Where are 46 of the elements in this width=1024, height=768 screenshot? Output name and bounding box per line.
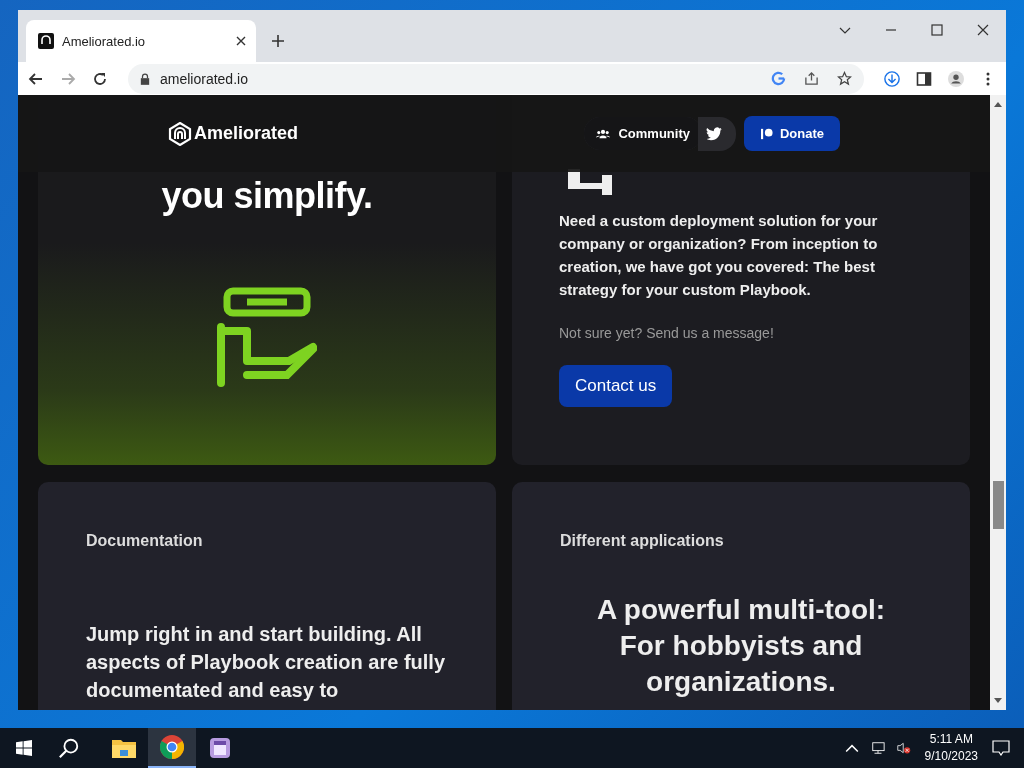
- windows-start-icon[interactable]: [16, 740, 32, 756]
- lock-icon: [140, 72, 150, 85]
- logo-text[interactable]: Ameliorated: [194, 123, 299, 144]
- logo-icon: [38, 33, 54, 49]
- search-icon[interactable]: [58, 737, 80, 759]
- back-icon[interactable]: [28, 70, 44, 87]
- card-text: Jump right in and start building. All aspects of Playbook creation are fully documentated and easy to: [86, 622, 446, 703]
- bird-icon[interactable]: [697, 116, 736, 151]
- address-bar[interactable]: ameliorated.io: [128, 63, 864, 94]
- card-label: Documentation: [86, 532, 204, 550]
- maximize-icon[interactable]: [931, 24, 943, 36]
- hero-heading: you simplify.: [161, 175, 373, 217]
- clock-time: 5:11 AM: [929, 731, 973, 748]
- close-icon[interactable]: [236, 36, 246, 46]
- google-icon[interactable]: [771, 71, 786, 86]
- new-tab-icon[interactable]: [272, 35, 284, 47]
- logo-icon: [168, 121, 192, 146]
- service-description: Need a custom deployment solution for your company or organization? From inception to creation, we have got you covered: The best strategy for your custom Playbook.: [559, 211, 879, 300]
- people-icon: [596, 127, 611, 140]
- scroll-up-icon[interactable]: [994, 101, 1002, 107]
- contact-note: Not sure yet? Send us a message!: [559, 325, 775, 341]
- donate-button[interactable]: Donate: [743, 116, 840, 151]
- close-icon[interactable]: [977, 24, 989, 36]
- url-text: ameliorated.io: [160, 70, 248, 87]
- clock-date: 9/10/2023: [924, 748, 978, 765]
- network-icon[interactable]: [870, 741, 885, 755]
- scroll-down-icon[interactable]: [994, 698, 1002, 704]
- reload-icon[interactable]: [92, 70, 108, 87]
- scrollbar[interactable]: [990, 95, 1006, 710]
- speaker-muted-icon[interactable]: [896, 741, 911, 755]
- clock[interactable]: 5:11 AM 9/10/2023: [924, 731, 978, 765]
- profile-icon[interactable]: [948, 70, 964, 87]
- hand-icon: [217, 287, 317, 387]
- chrome-icon[interactable]: [148, 728, 196, 768]
- side-panel-icon[interactable]: [916, 70, 932, 87]
- card-label: Different applications: [560, 532, 725, 550]
- star-icon[interactable]: [837, 71, 852, 86]
- scrollbar-thumb[interactable]: [992, 481, 1004, 529]
- patreon-icon: [759, 127, 774, 140]
- tab-title: Ameliorated.io: [62, 33, 147, 49]
- download-icon[interactable]: [884, 70, 900, 87]
- card-heading: A powerful multi-tool: For hobbyists and organizations.: [595, 593, 887, 699]
- browser-tab[interactable]: Ameliorated.io: [26, 20, 256, 62]
- share-icon[interactable]: [804, 71, 819, 86]
- notification-icon[interactable]: [992, 740, 1010, 756]
- contact-button[interactable]: Contact us: [559, 365, 673, 407]
